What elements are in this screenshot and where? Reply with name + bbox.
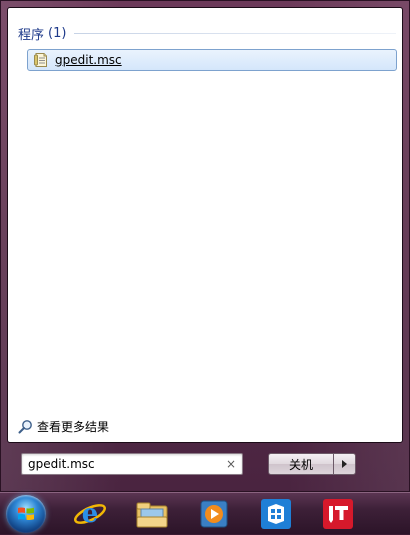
result-item-gpedit[interactable]: gpedit.msc [27,49,397,71]
search-box: × [21,453,243,475]
section-divider [74,33,396,34]
search-icon [18,419,33,434]
taskbar-media-player[interactable] [196,497,232,531]
shutdown-button[interactable]: 关机 [268,453,334,475]
taskbar-store-app[interactable] [258,497,294,531]
shutdown-group: 关机 [268,453,358,475]
svg-text:e: e [82,499,99,529]
search-input[interactable] [22,454,218,474]
programs-section-header: 程序 (1) [18,24,396,43]
taskbar-it-app[interactable] [320,497,356,531]
start-button[interactable] [6,495,46,533]
it-app-icon [323,499,353,529]
windows-logo-icon [18,507,34,521]
store-app-icon [261,499,291,529]
see-more-label: 查看更多结果 [37,420,110,434]
document-icon [33,52,49,68]
internet-explorer-icon: e [74,499,106,529]
taskbar-file-explorer[interactable] [134,497,170,531]
shutdown-options-button[interactable] [334,453,356,475]
section-title: 程序 [18,28,45,43]
search-results-panel: 程序 (1) gpedit.msc 查看更多结果 [7,7,403,443]
see-more-results-link[interactable]: 查看更多结果 [18,418,109,435]
start-menu: 程序 (1) gpedit.msc 查看更多结果 gpedit.msc × 关机 [0,0,410,492]
chevron-right-icon [342,460,347,468]
clear-search-button[interactable]: × [222,455,240,473]
file-explorer-icon [136,502,168,528]
taskbar-internet-explorer[interactable]: e [72,497,108,531]
section-count: (1) [48,26,67,41]
result-item-label: gpedit.msc [55,53,122,67]
media-player-icon [200,500,228,528]
